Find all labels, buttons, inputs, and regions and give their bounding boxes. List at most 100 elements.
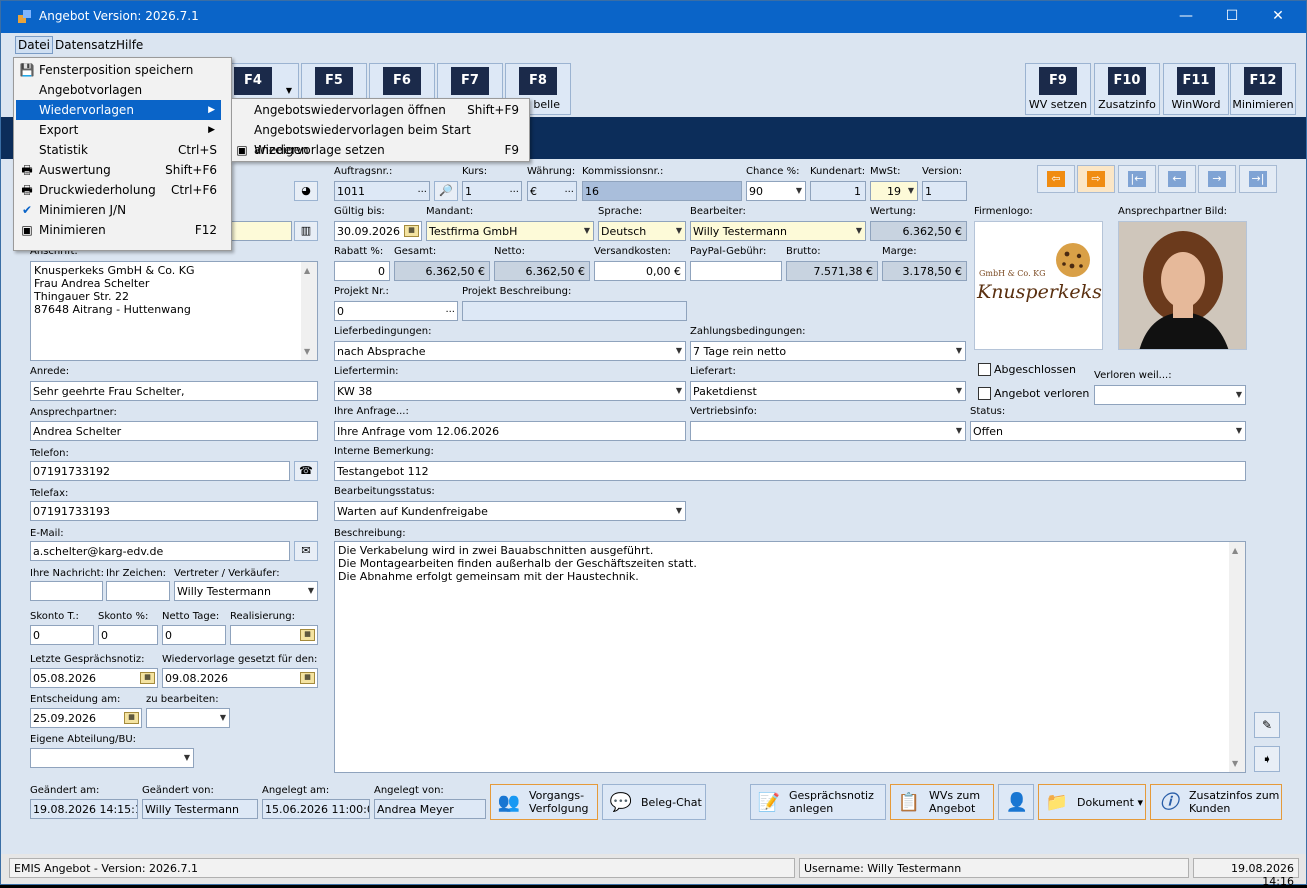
forward-button[interactable]: →: [1198, 165, 1236, 193]
menu-item-wiedervorlagen[interactable]: Wiedervorlagen ▶: [16, 100, 221, 120]
zahlungsbed-select[interactable]: 7 Tage rein netto: [690, 341, 966, 361]
nettotage-field[interactable]: 0: [162, 625, 226, 645]
waehrung-field[interactable]: €...: [527, 181, 577, 201]
status-version: EMIS Angebot - Version: 2026.7.1: [9, 858, 795, 878]
bearbstatus-select[interactable]: Warten auf Kundenfreigabe: [334, 501, 686, 521]
ansprechpartner-field[interactable]: Andrea Schelter: [30, 421, 318, 441]
abteilung-select[interactable]: [30, 748, 194, 768]
ihreanfrage-field[interactable]: Ihre Anfrage vom 12.06.2026: [334, 421, 686, 441]
calendar-icon[interactable]: ▦: [300, 629, 315, 641]
contact-folder-button[interactable]: 👤: [998, 784, 1034, 820]
phone-icon[interactable]: ☎: [294, 461, 318, 481]
anrede-field[interactable]: Sehr geehrte Frau Schelter,: [30, 381, 318, 401]
scrollbar[interactable]: ▲ ▼: [301, 262, 317, 360]
f12-button[interactable]: F12 Minimieren: [1230, 63, 1296, 115]
kommissionsnr-field[interactable]: 16: [582, 181, 742, 201]
mandant-select[interactable]: Testfirma GmbH: [426, 221, 594, 241]
status-select[interactable]: Offen: [970, 421, 1246, 441]
paypal-field[interactable]: [690, 261, 782, 281]
insert-text-icon[interactable]: ➧: [1254, 746, 1280, 772]
close-button[interactable]: ✕: [1255, 1, 1301, 33]
skontot-field[interactable]: 0: [30, 625, 94, 645]
wvs-zum-angebot-button[interactable]: 📋 WVs zum Angebot: [890, 784, 994, 820]
gueltig-field[interactable]: 30.09.2026 ▦: [334, 221, 422, 241]
mail-icon[interactable]: ✉: [294, 541, 318, 561]
kurs-field[interactable]: 1...: [462, 181, 522, 201]
email-field[interactable]: a.schelter@karg-edv.de: [30, 541, 290, 561]
calendar-icon[interactable]: ▦: [404, 225, 419, 237]
search-icon[interactable]: 🔎: [434, 181, 458, 201]
internebem-field[interactable]: Testangebot 112: [334, 461, 1246, 481]
chevron-down-icon[interactable]: ▼: [286, 86, 292, 95]
verlorenweil-select[interactable]: [1094, 385, 1246, 405]
menu-item-auswertung[interactable]: 🖶 Auswertung Shift+F6: [16, 160, 221, 180]
telefon-field[interactable]: 07191733192: [30, 461, 290, 481]
maximize-button[interactable]: ☐: [1209, 1, 1255, 33]
bearbeiter-select[interactable]: Willy Testermann: [690, 221, 866, 241]
internebem-label: Interne Bemerkung:: [334, 446, 434, 457]
verloren-checkbox[interactable]: [978, 387, 991, 400]
vertreter-select[interactable]: Willy Testermann: [174, 581, 318, 601]
prev-record-button[interactable]: ⇦: [1037, 165, 1075, 193]
lieferbed-select[interactable]: nach Absprache: [334, 341, 686, 361]
dokument-button[interactable]: 📁 Dokument ▾: [1038, 784, 1146, 820]
calendar-icon[interactable]: ▦: [300, 672, 315, 684]
vertriebsinfo-select[interactable]: [690, 421, 966, 441]
mwst-select[interactable]: 19: [870, 181, 918, 201]
menu-item-angebotvorlagen[interactable]: Angebotvorlagen: [16, 80, 221, 100]
addressbook-icon[interactable]: ▥: [294, 221, 318, 241]
sprache-select[interactable]: Deutsch: [598, 221, 686, 241]
f9-button[interactable]: F9 WV setzen: [1025, 63, 1091, 115]
wvgesetzt-field[interactable]: 09.08.2026 ▦: [162, 668, 318, 688]
wertung-field: 6.362,50 €: [870, 221, 967, 241]
ihrenachricht-field[interactable]: [30, 581, 103, 601]
first-button[interactable]: |←: [1118, 165, 1156, 193]
f11-button[interactable]: F11 WinWord: [1163, 63, 1229, 115]
zubearbeiten-select[interactable]: [146, 708, 230, 728]
belegchat-button[interactable]: 💬 Beleg-Chat: [602, 784, 706, 820]
realisierung-field[interactable]: ▦: [230, 625, 318, 645]
menu-item-minimieren[interactable]: ▣ Minimieren F12: [16, 220, 221, 240]
menu-item-statistik[interactable]: Statistik Ctrl+S: [16, 140, 221, 160]
f10-button[interactable]: F10 Zusatzinfo: [1094, 63, 1160, 115]
menu-item-export[interactable]: Export ▶: [16, 120, 221, 140]
zusatzinfos-button[interactable]: ⓘ Zusatzinfos zum Kunden: [1150, 784, 1282, 820]
gespraechsnotiz-button[interactable]: 📝 Gesprächsnotiz anlegen: [750, 784, 886, 820]
back-button[interactable]: ←: [1158, 165, 1196, 193]
menu-item-druckwiederholung[interactable]: 🖶 Druckwiederholung Ctrl+F6: [16, 180, 221, 200]
vorgangsverfolgung-button[interactable]: 👥 Vorgangs- Verfolgung: [490, 784, 598, 820]
version-field[interactable]: 1: [922, 181, 967, 201]
entscheidung-field[interactable]: 25.09.2026 ▦: [30, 708, 142, 728]
beschreibung-textarea[interactable]: Die Verkabelung wird in zwei Bauabschnit…: [334, 541, 1246, 773]
liefertermin-select[interactable]: KW 38: [334, 381, 686, 401]
versand-field[interactable]: 0,00 €: [594, 261, 686, 281]
menu-datei[interactable]: Datei: [15, 36, 54, 54]
lieferart-select[interactable]: Paketdienst: [690, 381, 966, 401]
menu-item-fensterposition[interactable]: 💾 Fensterposition speichern: [16, 60, 221, 80]
menu-item-minimieren-jn[interactable]: ✔ Minimieren J/N: [16, 200, 221, 220]
last-button[interactable]: →|: [1239, 165, 1277, 193]
calendar-icon[interactable]: ▦: [140, 672, 155, 684]
letztenotiz-field[interactable]: 05.08.2026 ▦: [30, 668, 158, 688]
menu-hilfe[interactable]: Hilfe: [116, 38, 143, 52]
next-record-button[interactable]: ⇨: [1077, 165, 1115, 193]
rabatt-field[interactable]: 0: [334, 261, 390, 281]
submenu-item-beim-start[interactable]: Angebotswiedervorlagen beim Start anzeig…: [234, 120, 527, 157]
anschrift-textarea[interactable]: Knusperkeks GmbH & Co. KG Frau Andrea Sc…: [30, 261, 318, 361]
submenu-item-oeffnen[interactable]: Angebotswiedervorlagen öffnen Shift+F9: [234, 100, 527, 120]
calendar-icon[interactable]: ▦: [124, 712, 139, 724]
colorwheel-icon[interactable]: ◕: [294, 181, 318, 201]
auftragsnr-field[interactable]: 1011...: [334, 181, 430, 201]
edit-text-icon[interactable]: ✎: [1254, 712, 1280, 738]
ihrzeichen-field[interactable]: [106, 581, 170, 601]
kundenart-field[interactable]: 1: [810, 181, 866, 201]
scrollbar[interactable]: ▲ ▼: [1229, 542, 1245, 772]
menu-datensatz[interactable]: Datensatz: [55, 38, 116, 52]
minimize-button[interactable]: —: [1163, 1, 1209, 33]
projektnr-field[interactable]: 0...: [334, 301, 458, 321]
submenu-item-setzen[interactable]: ▣ Wiedervorlage setzen F9: [234, 140, 527, 160]
telefax-field[interactable]: 07191733193: [30, 501, 318, 521]
abgeschlossen-checkbox[interactable]: [978, 363, 991, 376]
chance-select[interactable]: 90: [746, 181, 806, 201]
skontop-field[interactable]: 0: [98, 625, 158, 645]
